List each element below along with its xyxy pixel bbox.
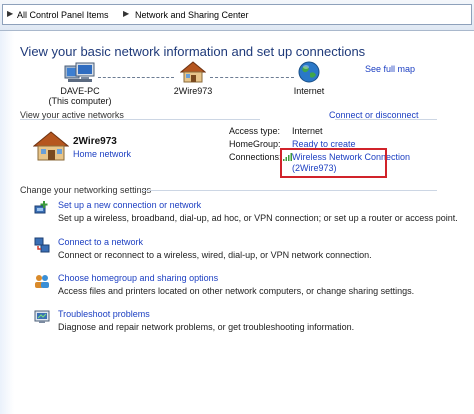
home-network-large-icon [33,131,69,161]
setup-connection-description: Set up a wireless, broadband, dial-up, a… [58,213,458,223]
troubleshoot-problems-link[interactable]: Troubleshoot problems [58,309,150,319]
globe-icon[interactable] [298,61,320,83]
computer-subtitle: (This computer) [48,96,112,106]
connections-label: Connections: [229,152,282,162]
troubleshoot-problems-description: Diagnose and repair network problems, or… [58,322,355,332]
connect-to-network-description: Connect or reconnect to a wireless, wire… [58,250,372,260]
breadcrumb-network-and-sharing-center[interactable]: Network and Sharing Center [135,10,249,20]
active-networks-heading: View your active networks [20,110,124,120]
homegroup-icon [35,275,49,288]
troubleshoot-icon [34,310,50,323]
breadcrumb-chevron-icon[interactable]: ▶ [7,9,13,18]
active-network-name: 2Wire973 [73,136,117,147]
new-connection-icon [34,201,48,214]
section-divider [142,190,437,191]
homegroup-label: HomeGroup: [229,139,281,149]
connect-network-icon [34,237,50,253]
address-bar: ▶ All Control Panel Items ▶ Network and … [0,0,474,31]
breadcrumb-separator-icon[interactable]: ▶ [123,9,129,18]
highlight-box [280,148,387,178]
access-type-label: Access type: [229,126,281,136]
internet-label: Internet [293,86,325,96]
connect-to-network-link[interactable]: Connect to a network [58,237,143,247]
map-network-name: 2Wire973 [173,86,213,96]
home-network-icon[interactable] [180,61,206,83]
breadcrumb-all-control-panel-items[interactable]: All Control Panel Items [17,10,109,20]
home-network-link[interactable]: Home network [73,149,131,159]
see-full-map-link[interactable]: See full map [365,64,415,74]
map-connector-line [98,77,174,78]
computer-name: DAVE-PC [60,86,100,96]
computer-icon[interactable] [64,62,96,84]
breadcrumb[interactable]: ▶ All Control Panel Items ▶ Network and … [2,4,472,25]
homegroup-sharing-link[interactable]: Choose homegroup and sharing options [58,273,218,283]
map-connector-line [210,77,294,78]
homegroup-sharing-description: Access files and printers located on oth… [58,286,415,296]
connect-or-disconnect-link[interactable]: Connect or disconnect [329,110,419,120]
page-title: View your basic network information and … [20,44,366,59]
access-type-value: Internet [292,126,323,136]
networking-settings-heading: Change your networking settings [20,185,152,195]
setup-connection-link[interactable]: Set up a new connection or network [58,200,201,210]
